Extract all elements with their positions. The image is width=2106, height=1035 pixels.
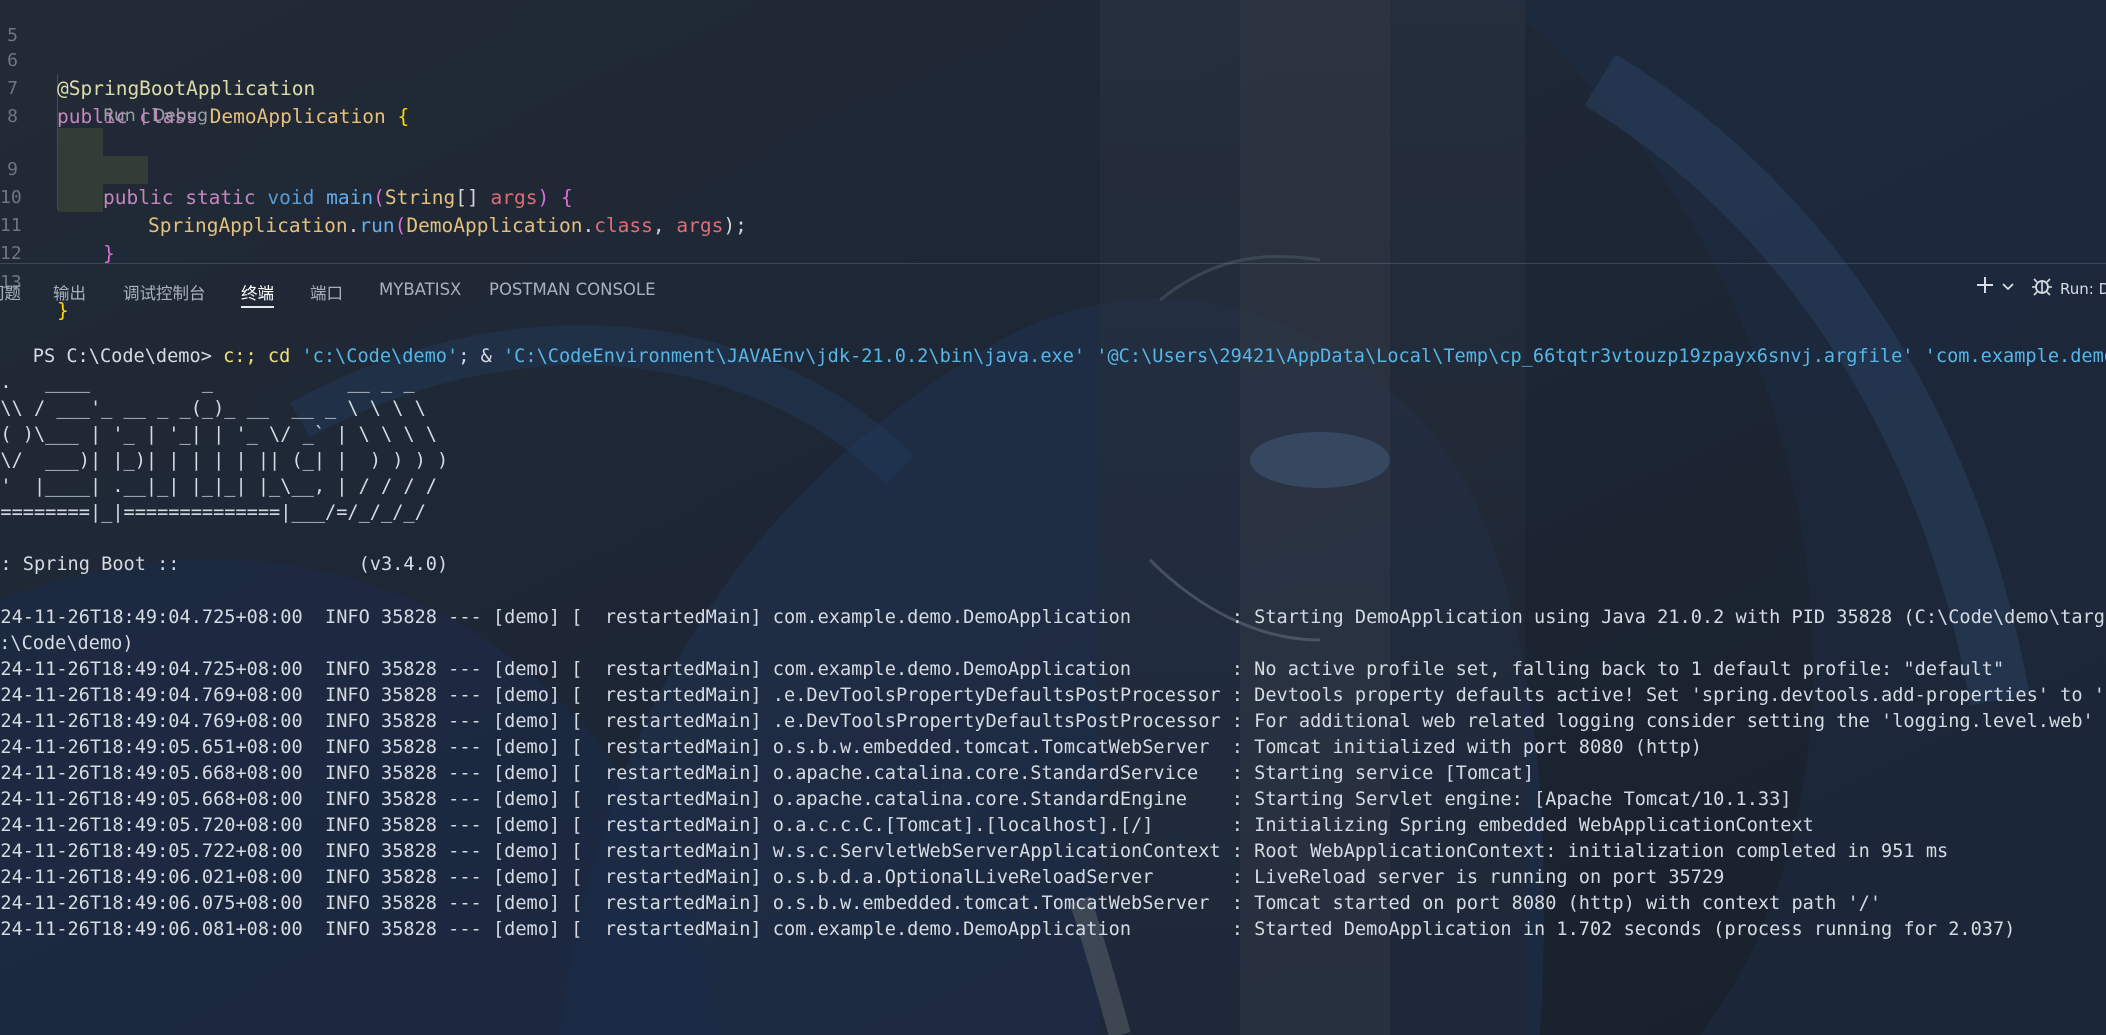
code-line: 8 — [0, 75, 47, 127]
brace: { — [549, 186, 573, 209]
log-line: 2024-11-26T18:49:06.081+08:00 INFO 35828… — [0, 919, 2016, 940]
class-name: SpringApplication — [148, 214, 348, 237]
run-config-label[interactable]: Run: D — [2060, 280, 2106, 298]
method-name: run — [359, 214, 395, 237]
panel-tab-bar: 问题 输出 调试控制台 终端 端口 MYBATISX POSTMAN CONSO… — [0, 264, 2106, 316]
line-number: 8 — [7, 106, 18, 127]
code-line: 12 — [0, 212, 47, 264]
class-name: DemoApplication — [209, 105, 386, 128]
paren: ( — [373, 186, 385, 209]
banner-line: /\\ / ___'_ __ _ _(_)_ __ __ _ \ \ \ \ — [0, 398, 426, 419]
code-line: 7 public class DemoApplication { — [0, 47, 409, 128]
banner-line: ( ( )\___ | '_ | '_| | '_ \/ _` | \ \ \ … — [0, 424, 437, 445]
argument: args — [676, 214, 724, 237]
punctuation: , — [652, 214, 677, 237]
log-line: 2024-11-26T18:49:04.725+08:00 INFO 35828… — [0, 607, 2106, 628]
banner-line: \\/ ___)| |_)| | | | | || (_| | ) ) ) ) — [0, 450, 449, 471]
indent-highlight-inner — [103, 156, 148, 184]
plus-icon[interactable] — [1974, 274, 1996, 300]
code-line: 9 public static void main(String[] args)… — [0, 128, 573, 209]
brace: { — [397, 105, 410, 128]
tab-output[interactable]: 输出 — [53, 280, 86, 304]
log-line: 2024-11-26T18:49:04.769+08:00 INFO 35828… — [0, 711, 2106, 732]
terminal[interactable]: PS C:\Code\demo> c:; cd 'c:\Code\demo'; … — [0, 316, 2106, 1035]
brace: } — [103, 242, 115, 265]
keyword: void — [267, 186, 315, 209]
parameter: args — [490, 186, 538, 209]
punctuation: . — [582, 214, 595, 237]
keyword: static — [185, 186, 256, 209]
command-string: 'C:\CodeEnvironment\JAVAEnv\jdk-21.0.2\b… — [502, 346, 1086, 367]
keyword: class — [594, 214, 653, 237]
log-line: c:\Code\demo) — [0, 633, 134, 654]
type-name: String — [384, 186, 456, 209]
log-line: 2024-11-26T18:49:05.668+08:00 INFO 35828… — [0, 763, 1535, 784]
terminal-command-line: PS C:\Code\demo> c:; cd 'c:\Code\demo'; … — [0, 318, 2106, 367]
code-line: 11 } — [0, 184, 115, 265]
log-line: 2024-11-26T18:49:05.720+08:00 INFO 35828… — [0, 815, 1814, 836]
terminal-prompt: PS C:\Code\demo> — [32, 346, 224, 367]
command-token: c:; — [223, 346, 268, 367]
tab-ports[interactable]: 端口 — [310, 280, 343, 304]
indent-highlight — [58, 128, 103, 212]
banner-line: . ____ _ __ _ _ — [0, 372, 415, 393]
log-line: 2024-11-26T18:49:05.651+08:00 INFO 35828… — [0, 737, 1702, 758]
keyword: public — [103, 186, 174, 209]
code-editor[interactable]: 5 6 @SpringBootApplication 7 public clas… — [0, 0, 2106, 322]
command-token: cd — [267, 346, 302, 367]
command-string: 'c:\Code\demo' — [301, 346, 459, 367]
tab-terminal[interactable]: 终端 — [241, 280, 274, 308]
banner-line: :: Spring Boot :: (v3.4.0) — [0, 554, 449, 575]
log-line: 2024-11-26T18:49:04.725+08:00 INFO 35828… — [0, 659, 2005, 680]
log-line: 2024-11-26T18:49:04.769+08:00 INFO 35828… — [0, 685, 2106, 706]
tab-mybatisx[interactable]: MYBATISX — [379, 280, 461, 299]
log-line: 2024-11-26T18:49:06.021+08:00 INFO 35828… — [0, 867, 1725, 888]
command-string: '@C:\Users\29421\AppData\Local\Temp\cp_6… — [1085, 346, 1914, 367]
bug-icon[interactable] — [2030, 274, 2054, 302]
command-string: 'com.example.demo.DemoA — [1924, 346, 2106, 367]
log-line: 2024-11-26T18:49:05.668+08:00 INFO 35828… — [0, 789, 1792, 810]
tab-postman-console[interactable]: POSTMAN CONSOLE — [489, 280, 656, 299]
method-name: main — [326, 186, 374, 209]
banner-line: =========|_|==============|___/=/_/_/_/ — [0, 502, 426, 523]
code-line: 10 SpringApplication.run(DemoApplication… — [0, 156, 747, 237]
command-token: ; & — [458, 346, 503, 367]
tab-debug-console[interactable]: 调试控制台 — [123, 280, 206, 304]
paren: ) — [537, 186, 550, 209]
punctuation: . — [347, 214, 360, 237]
tab-problems[interactable]: 问题 — [0, 280, 21, 304]
punctuation: [] — [455, 186, 491, 209]
codelens-run-debug[interactable]: Run | Debug — [103, 106, 208, 126]
punctuation: ); — [723, 214, 747, 237]
annotation: @SpringBootApplication — [57, 77, 316, 100]
log-line: 2024-11-26T18:49:06.075+08:00 INFO 35828… — [0, 893, 1882, 914]
paren: ( — [394, 214, 407, 237]
code-line: 6 @SpringBootApplication — [0, 19, 315, 100]
log-line: 2024-11-26T18:49:05.722+08:00 INFO 35828… — [0, 841, 1949, 862]
class-name: DemoApplication — [406, 214, 583, 237]
chevron-down-icon[interactable] — [2001, 278, 2015, 297]
banner-line: ' |____| .__|_| |_|_| |_\__, | / / / / — [0, 476, 437, 497]
